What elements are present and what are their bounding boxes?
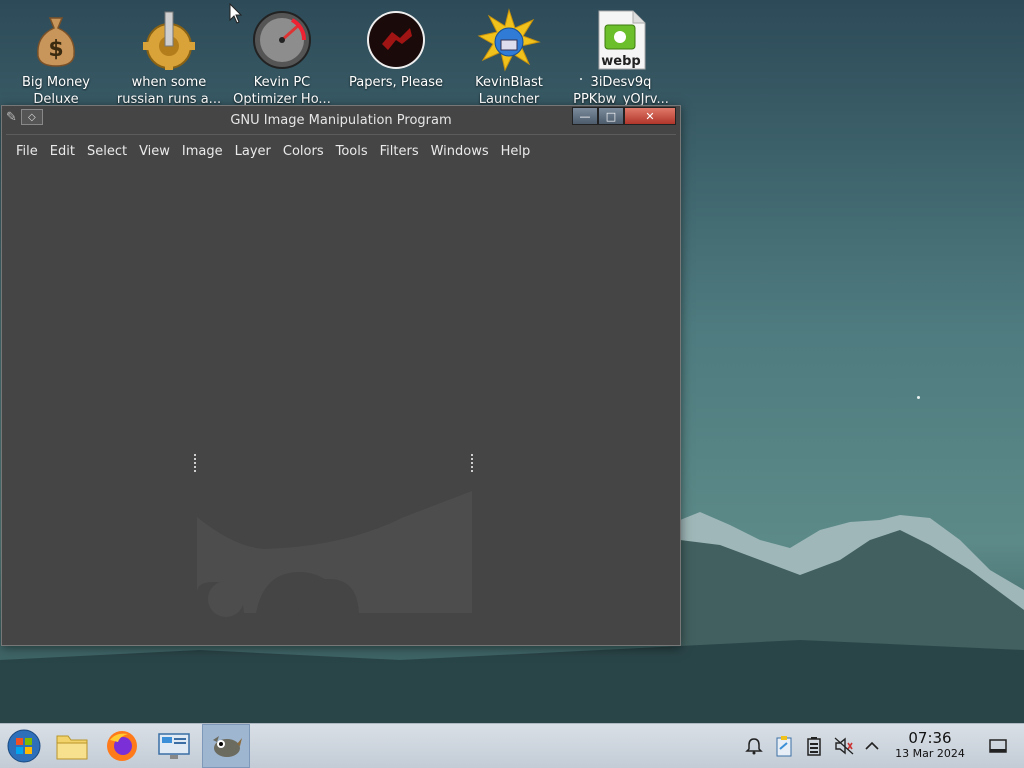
desktop-icon-big-money[interactable]: $ Big Money Deluxe	[1, 6, 111, 108]
gimp-app-icon[interactable]: ✎	[6, 110, 17, 125]
desktop-icon-label: when some	[131, 75, 207, 90]
image-canvas-area[interactable]	[2, 164, 680, 645]
papers-please-icon	[364, 6, 428, 74]
clock-date: 13 Mar 2024	[895, 747, 965, 760]
window-title: GNU Image Manipulation Program	[230, 112, 452, 128]
taskbar-file-manager[interactable]	[48, 724, 96, 768]
gimp-window: ✎ ◇ GNU Image Manipulation Program — □ ✕…	[1, 105, 681, 646]
mouse-cursor-icon	[229, 3, 243, 24]
taskbar-clock[interactable]: 07:36 13 Mar 2024	[886, 730, 974, 761]
battery-button[interactable]	[800, 724, 828, 768]
window-titlebar[interactable]: ✎ ◇ GNU Image Manipulation Program — □ ✕	[2, 106, 680, 134]
taskbar: 07:36 13 Mar 2024	[0, 723, 1024, 768]
notifications-button[interactable]	[740, 724, 768, 768]
money-bag-icon: $	[24, 6, 88, 74]
desktop-icon-kevinblast[interactable]: KevinBlast Launcher	[454, 6, 564, 108]
menubar: File Edit Select View Image Layer Colors…	[10, 142, 536, 161]
menu-help[interactable]: Help	[495, 142, 537, 161]
webp-file-icon: webp	[589, 6, 653, 74]
window-menu-button[interactable]: ◇	[20, 109, 43, 125]
monitor-settings-icon	[158, 733, 190, 759]
desktop-icon-label: Papers, Please	[348, 75, 444, 90]
speedometer-icon	[250, 6, 314, 74]
menu-select[interactable]: Select	[81, 142, 133, 161]
minimize-icon: —	[579, 109, 591, 123]
clipboard-icon	[776, 736, 792, 757]
show-desktop-button[interactable]	[984, 724, 1012, 768]
gimp-wilber-icon	[213, 736, 242, 757]
volume-button[interactable]	[830, 724, 858, 768]
wilber-watermark	[197, 491, 472, 617]
close-button[interactable]: ✕	[624, 107, 676, 125]
notifications-icon	[745, 738, 763, 755]
webp-badge: webp	[601, 54, 640, 69]
menu-layer[interactable]: Layer	[229, 142, 277, 161]
taskbar-firefox[interactable]	[98, 724, 146, 768]
firefox-icon	[107, 731, 137, 761]
desktop-icon-label: 3iDesv9q	[590, 75, 652, 90]
clipboard-button[interactable]	[770, 724, 798, 768]
menu-edit[interactable]: Edit	[44, 142, 81, 161]
tray-expand-button[interactable]	[858, 724, 886, 768]
menu-colors[interactable]: Colors	[277, 142, 330, 161]
maximize-button[interactable]: □	[598, 107, 624, 125]
menu-tools[interactable]: Tools	[330, 142, 374, 161]
desktop-icon-papers-please[interactable]: Papers, Please	[341, 6, 451, 108]
svg-text:$: $	[48, 37, 63, 62]
menu-view[interactable]: View	[133, 142, 176, 161]
desktop-icon-kevin-pc-optimizer[interactable]: Kevin PC Optimizer Ho...	[227, 6, 337, 108]
right-dock-grip[interactable]	[471, 454, 475, 472]
show-desktop-icon	[989, 739, 1007, 753]
desktop-icon-label: Kevin PC	[253, 75, 311, 90]
gear-icon	[137, 6, 201, 74]
taskbar-gimp[interactable]	[202, 724, 250, 768]
menu-file[interactable]: File	[10, 142, 44, 161]
globe-burst-icon	[477, 6, 541, 74]
star	[917, 396, 920, 399]
menu-filters[interactable]: Filters	[374, 142, 425, 161]
left-dock-grip[interactable]	[194, 454, 198, 472]
chevron-up-icon	[865, 741, 879, 750]
close-icon: ✕	[645, 109, 655, 123]
menu-windows[interactable]: Windows	[425, 142, 495, 161]
battery-icon	[807, 737, 821, 756]
volume-muted-icon	[834, 737, 854, 755]
maximize-icon: □	[605, 109, 617, 123]
desktop-icon-label: Big Money	[21, 75, 90, 90]
clock-time: 07:36	[908, 729, 952, 747]
menu-image[interactable]: Image	[176, 142, 229, 161]
minimize-button[interactable]: —	[572, 107, 598, 125]
desktop-icon-webp-file[interactable]: webp 3iDesv9q PPKbw_yOJrv...	[566, 6, 676, 108]
folder-icon	[56, 735, 88, 760]
titlebar-divider	[6, 134, 676, 135]
start-orb-icon	[7, 729, 41, 763]
start-menu-button[interactable]	[0, 724, 48, 768]
desktop-icon-russian[interactable]: when some russian runs a...	[114, 6, 224, 108]
taskbar-system-settings[interactable]	[150, 724, 198, 768]
desktop-icon-label: KevinBlast	[475, 75, 543, 90]
diamond-icon: ◇	[28, 111, 36, 123]
